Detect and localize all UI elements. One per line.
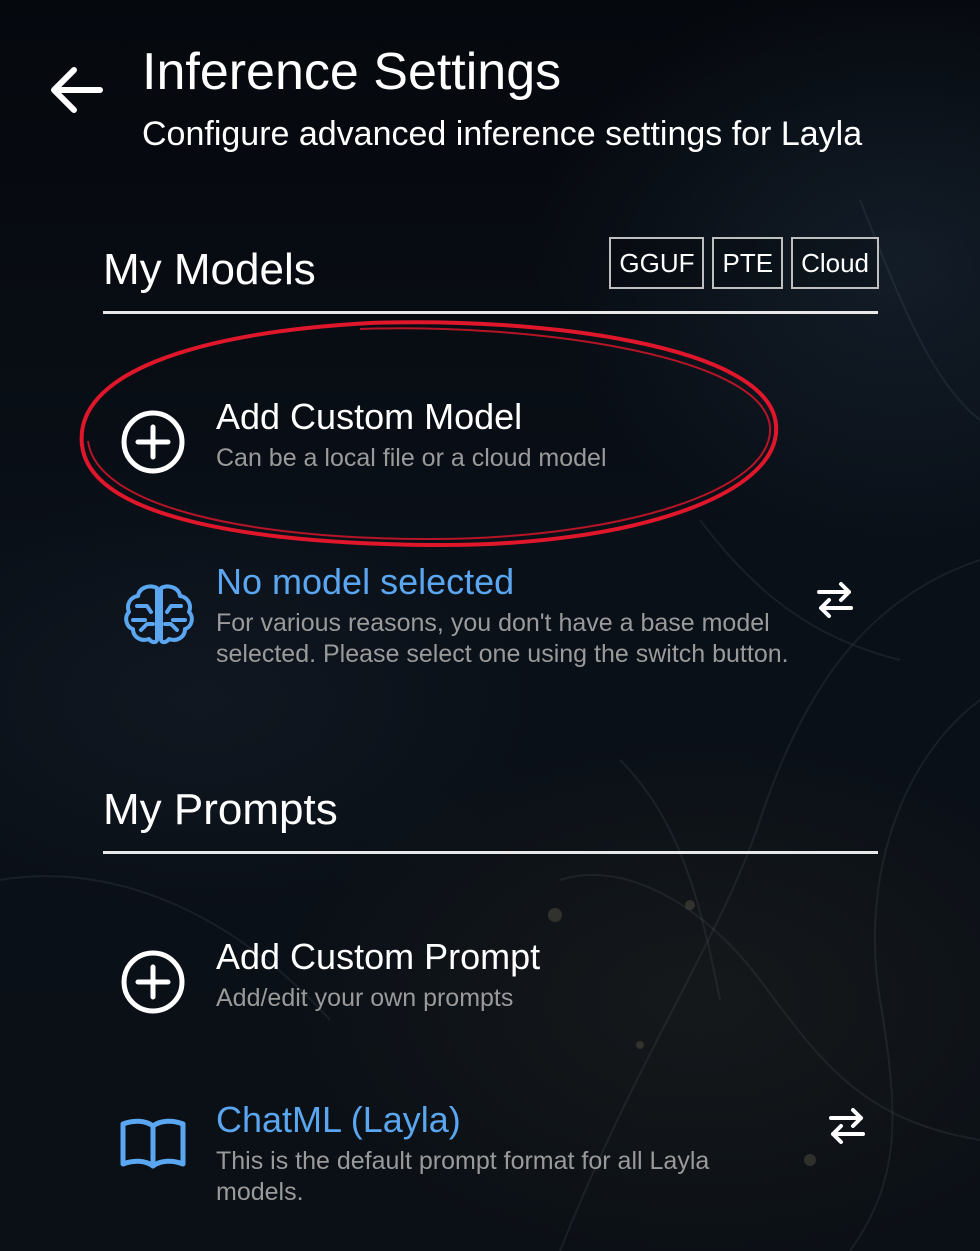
format-tag-gguf[interactable]: GGUF [609, 237, 705, 289]
swap-arrows-icon[interactable] [825, 1104, 869, 1148]
add-custom-prompt-description: Add/edit your own prompts [216, 984, 514, 1012]
selected-prompt-description: This is the default prompt format for al… [216, 1147, 710, 1206]
selected-model-title: No model selected [216, 561, 515, 602]
back-button[interactable] [44, 58, 108, 122]
selected-prompt-title: ChatML (Layla) [216, 1099, 461, 1140]
page-subtitle: Configure advanced inference settings fo… [142, 115, 863, 153]
prompts-divider [103, 851, 878, 854]
prompts-section-title: My Prompts [103, 785, 338, 834]
models-divider [103, 311, 878, 314]
arrow-left-icon [51, 67, 103, 113]
add-custom-prompt-button[interactable]: Add Custom Prompt Add/edit your own prom… [103, 935, 878, 1025]
plus-circle-icon [121, 950, 185, 1014]
page-title: Inference Settings [142, 43, 562, 101]
format-tag-cloud[interactable]: Cloud [791, 237, 879, 289]
plus-circle-icon [121, 410, 185, 474]
selected-model-row[interactable]: No model selected For various reasons, y… [103, 560, 878, 700]
selected-prompt-row[interactable]: ChatML (Layla) This is the default promp… [103, 1098, 878, 1218]
swap-arrows-icon[interactable] [813, 578, 857, 622]
add-custom-model-button[interactable]: Add Custom Model Can be a local file or … [103, 395, 878, 485]
selected-model-description: For various reasons, you don't have a ba… [216, 609, 789, 668]
add-custom-prompt-title: Add Custom Prompt [216, 936, 541, 977]
book-icon [120, 1118, 186, 1169]
model-format-filter: GGUF PTE Cloud [609, 237, 879, 289]
models-section-title: My Models [103, 245, 316, 294]
format-tag-pte[interactable]: PTE [712, 237, 784, 289]
add-custom-model-description: Can be a local file or a cloud model [216, 444, 607, 472]
brain-icon [124, 584, 194, 645]
add-custom-model-title: Add Custom Model [216, 396, 523, 437]
